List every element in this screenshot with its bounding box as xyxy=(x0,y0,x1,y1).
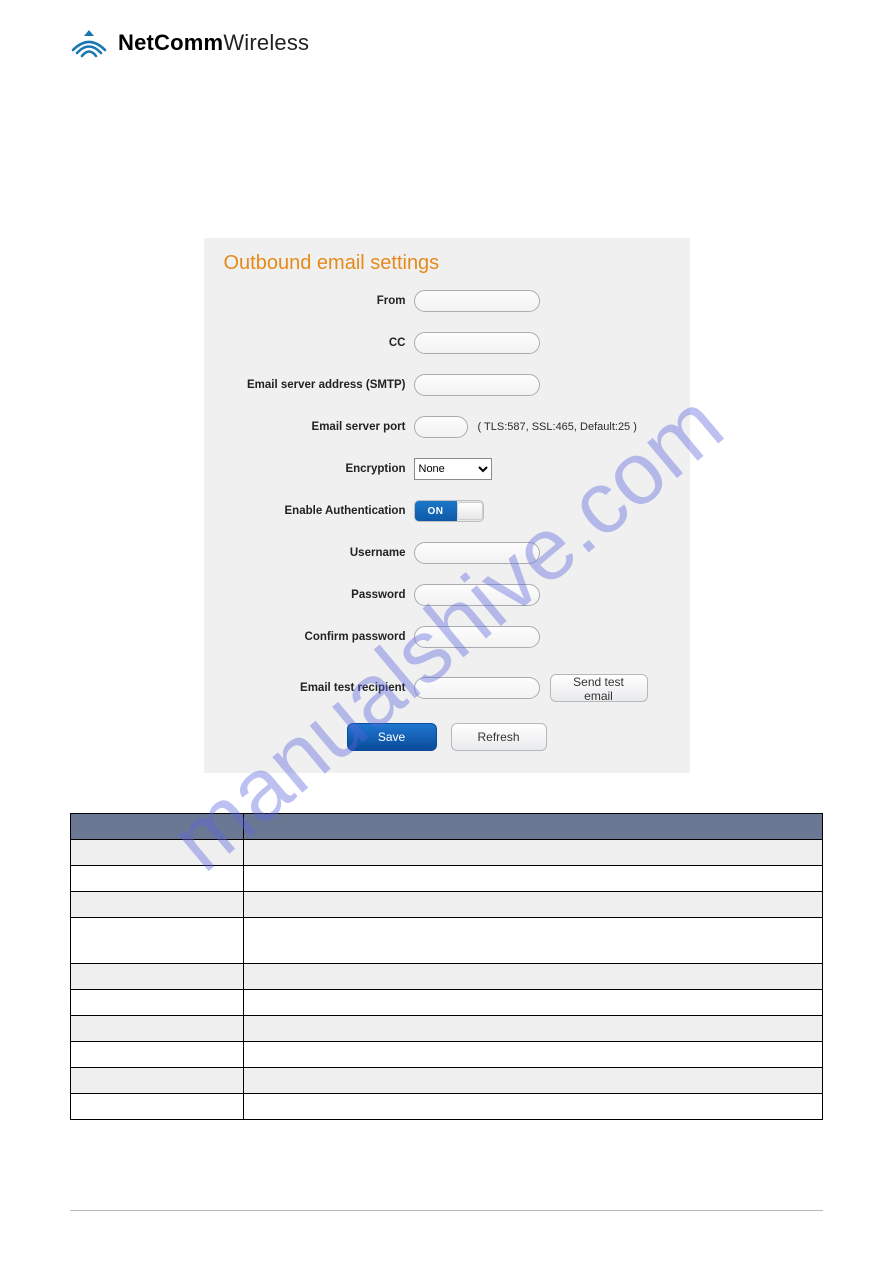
table-cell xyxy=(243,990,822,1016)
server-port-label: Email server port xyxy=(224,421,414,433)
cc-label: CC xyxy=(224,337,414,349)
table-row xyxy=(71,866,823,892)
wifi-arcs-icon xyxy=(70,28,108,58)
server-addr-label: Email server address (SMTP) xyxy=(224,379,414,391)
table-cell xyxy=(243,1068,822,1094)
toggle-on-text: ON xyxy=(415,501,457,521)
table-cell xyxy=(71,918,244,964)
description-table xyxy=(70,813,823,1120)
table-cell xyxy=(71,866,244,892)
table-header-row xyxy=(71,814,823,840)
table-row xyxy=(71,1068,823,1094)
table-row xyxy=(71,964,823,990)
username-label: Username xyxy=(224,547,414,559)
password-input[interactable] xyxy=(414,584,540,606)
server-addr-input[interactable] xyxy=(414,374,540,396)
table-cell xyxy=(71,964,244,990)
password-label: Password xyxy=(224,589,414,601)
table-cell xyxy=(243,892,822,918)
toggle-knob xyxy=(457,502,483,520)
table-cell xyxy=(71,1016,244,1042)
table-header-1 xyxy=(71,814,244,840)
send-test-button[interactable]: Send test email xyxy=(550,674,648,702)
table-cell xyxy=(71,990,244,1016)
brand-bold: NetComm xyxy=(118,30,223,55)
table-row xyxy=(71,918,823,964)
cc-input[interactable] xyxy=(414,332,540,354)
table-header-2 xyxy=(243,814,822,840)
confirm-pw-input[interactable] xyxy=(414,626,540,648)
server-port-input[interactable] xyxy=(414,416,468,438)
table-cell xyxy=(71,1068,244,1094)
table-cell xyxy=(71,1042,244,1068)
refresh-button[interactable]: Refresh xyxy=(451,723,547,751)
table-cell xyxy=(71,892,244,918)
save-button[interactable]: Save xyxy=(347,723,437,751)
table-row xyxy=(71,1094,823,1120)
brand-light: Wireless xyxy=(223,30,309,55)
table-row xyxy=(71,1042,823,1068)
settings-panel: Outbound email settings From CC Email se… xyxy=(204,238,690,773)
table-cell xyxy=(243,840,822,866)
confirm-pw-label: Confirm password xyxy=(224,631,414,643)
table-cell xyxy=(243,1094,822,1120)
username-input[interactable] xyxy=(414,542,540,564)
table-row xyxy=(71,892,823,918)
from-input[interactable] xyxy=(414,290,540,312)
brand-text: NetCommWireless xyxy=(118,30,309,56)
panel-title: Outbound email settings xyxy=(224,252,670,275)
encryption-select[interactable]: None xyxy=(414,458,492,480)
encryption-label: Encryption xyxy=(224,463,414,475)
table-cell xyxy=(243,918,822,964)
enable-auth-toggle[interactable]: ON xyxy=(414,500,484,522)
brand-logo: NetCommWireless xyxy=(70,28,823,58)
table-cell xyxy=(71,840,244,866)
from-label: From xyxy=(224,295,414,307)
test-recipient-label: Email test recipient xyxy=(224,682,414,694)
table-cell xyxy=(243,866,822,892)
table-cell xyxy=(71,1094,244,1120)
table-row xyxy=(71,840,823,866)
table-row xyxy=(71,1016,823,1042)
enable-auth-label: Enable Authentication xyxy=(224,505,414,517)
table-cell xyxy=(243,1042,822,1068)
port-hint: ( TLS:587, SSL:465, Default:25 ) xyxy=(478,421,637,433)
footer-divider xyxy=(70,1210,823,1211)
table-cell xyxy=(243,964,822,990)
table-cell xyxy=(243,1016,822,1042)
table-row xyxy=(71,990,823,1016)
test-recipient-input[interactable] xyxy=(414,677,540,699)
